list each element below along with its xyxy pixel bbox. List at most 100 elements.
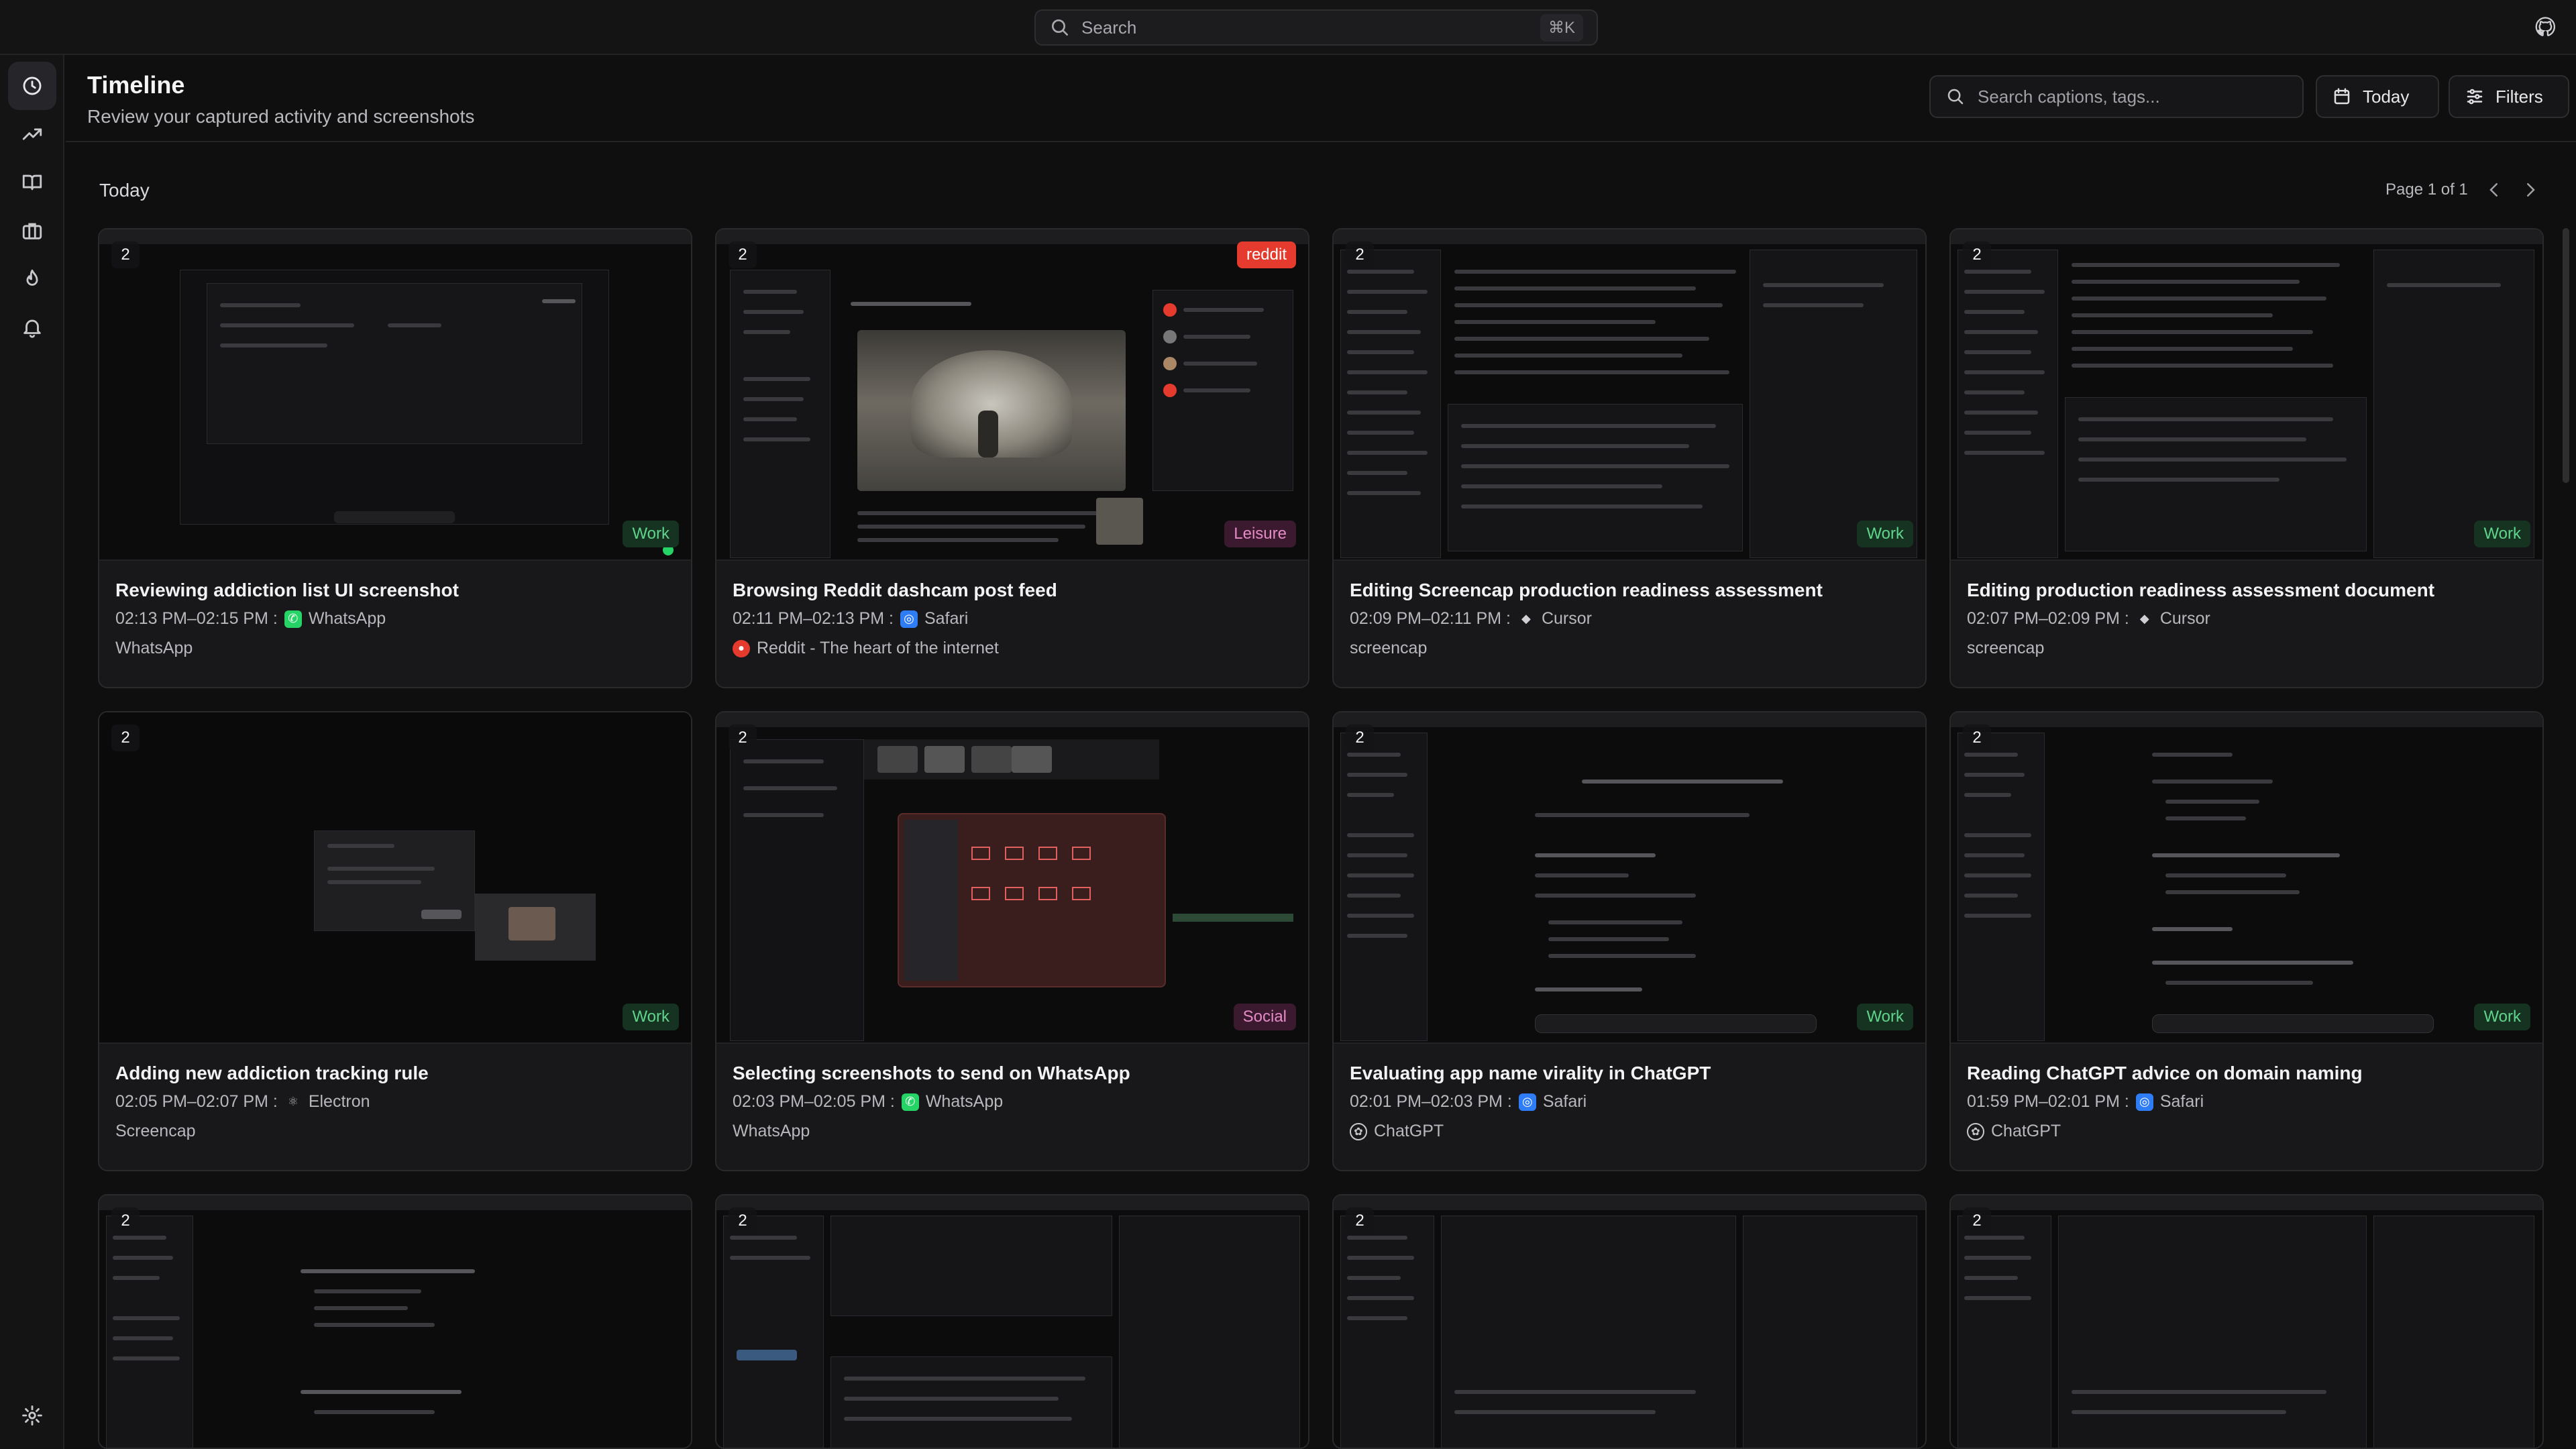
time-range: 02:11 PM–02:13 PM : [733, 609, 894, 628]
card-tag: screencap [1967, 639, 2044, 658]
screenshot-count-badge: 2 [729, 1208, 757, 1234]
activity-card[interactable]: 2 Work Editing production readiness asse… [1949, 228, 2544, 688]
category-badge: Work [623, 1004, 679, 1030]
screenshot-thumbnail[interactable] [1951, 1195, 2542, 1448]
app-name: Safari [2159, 1092, 2204, 1111]
activity-card[interactable]: 2 Work Editing Screencap production read… [1332, 228, 1927, 688]
activity-card[interactable]: 2 [1332, 1194, 1927, 1449]
activity-card[interactable]: 2 Social Selecting screenshots to send o… [715, 711, 1309, 1171]
screenshot-thumbnail[interactable] [716, 1195, 1308, 1448]
activity-card[interactable]: 2 reddit Leisure Browsing Reddit dashcam… [715, 228, 1309, 688]
app-name: Safari [924, 609, 969, 628]
cursor-app-icon: ◆ [1521, 612, 1531, 625]
card-tag: WhatsApp [115, 639, 193, 658]
screenshot-count-badge: 2 [111, 241, 140, 268]
screenshot-thumbnail[interactable] [1334, 1195, 1925, 1448]
chevron-left-icon[interactable] [2484, 180, 2504, 200]
card-meta: 02:11 PM–02:13 PM : ◎ Safari [733, 609, 968, 629]
category-badge: Work [623, 521, 679, 547]
whatsapp-icon: ✆ [284, 610, 302, 628]
timeline-scrollbar[interactable] [2563, 228, 2569, 483]
screenshot-thumbnail[interactable] [1951, 229, 2542, 561]
top-bar: Search ⌘K [0, 0, 2576, 55]
card-meta: 02:05 PM–02:07 PM : ⚛ Electron [115, 1092, 370, 1112]
category-badge: Leisure [1224, 521, 1296, 547]
filters-button-label: Filters [2496, 86, 2543, 107]
bell-icon [23, 319, 41, 338]
screenshot-count-badge: 2 [1346, 241, 1374, 268]
screenshot-thumbnail[interactable] [716, 712, 1308, 1044]
tag-label: screencap [1350, 639, 1428, 657]
card-tag: WhatsApp [733, 1122, 810, 1141]
activity-card[interactable]: 2 [1949, 1194, 2544, 1449]
screenshot-count-badge: 2 [1963, 241, 1991, 268]
screenshot-thumbnail[interactable] [1951, 712, 2542, 1044]
global-search-placeholder: Search [1081, 17, 1137, 38]
sidebar-item-timeline[interactable] [8, 62, 56, 110]
card-tag: screencap [1350, 639, 1427, 658]
screenshot-count-badge: 2 [729, 724, 757, 751]
tag-label: ChatGPT [1374, 1122, 1444, 1140]
filters-button[interactable]: Filters [2449, 75, 2569, 118]
chatgpt-icon: ✿ [1350, 1122, 1367, 1140]
screenshot-thumbnail[interactable] [99, 1195, 691, 1448]
caption-search[interactable] [1929, 75, 2304, 118]
screenshot-thumbnail[interactable] [1334, 712, 1925, 1044]
activity-card[interactable]: 2 Work Adding new addiction tracking rul… [98, 711, 692, 1171]
sidebar-item-addictions[interactable] [8, 255, 56, 303]
card-meta: 02:01 PM–02:03 PM : ◎ Safari [1350, 1092, 1587, 1112]
trending-up-icon [22, 128, 42, 140]
screenshot-count-badge: 2 [111, 724, 140, 751]
card-title: Browsing Reddit dashcam post feed [733, 580, 1057, 600]
activity-card[interactable]: 2 [98, 1194, 692, 1449]
pagination: Page 1 of 1 [2385, 180, 2540, 200]
screenshot-count-badge: 2 [1963, 1208, 1991, 1234]
safari-icon: ◎ [2135, 1093, 2153, 1111]
screenshot-thumbnail[interactable] [1334, 229, 1925, 561]
activity-card[interactable]: 2 Work Reviewing addiction list UI scree… [98, 228, 692, 688]
card-title: Selecting screenshots to send on WhatsAp… [733, 1063, 1130, 1083]
card-tag: Screencap [115, 1122, 196, 1141]
chatgpt-icon: ✿ [1967, 1122, 1984, 1140]
card-title: Reviewing addiction list UI screenshot [115, 580, 459, 600]
sidebar [0, 55, 64, 1449]
sidebar-item-trends[interactable] [8, 110, 56, 158]
screenshot-count-badge: 2 [729, 241, 757, 268]
activity-card[interactable]: 2 [715, 1194, 1309, 1449]
app-name: Safari [1542, 1092, 1587, 1111]
search-icon [1052, 19, 1068, 36]
gear-icon [22, 1405, 42, 1426]
whatsapp-icon: ✆ [901, 1093, 919, 1111]
sidebar-item-settings[interactable] [8, 1391, 56, 1440]
sidebar-item-notifications[interactable] [8, 303, 56, 352]
app-name: Cursor [2159, 609, 2210, 628]
time-range: 02:09 PM–02:11 PM : [1350, 609, 1511, 628]
category-badge: Social [1233, 1004, 1296, 1030]
card-title: Evaluating app name virality in ChatGPT [1350, 1063, 1711, 1083]
category-badge: Work [2474, 521, 2530, 547]
clock-icon [23, 76, 42, 95]
today-button-label: Today [2363, 86, 2410, 107]
caption-search-input[interactable] [1978, 86, 2288, 107]
activity-card[interactable]: 2 Work Reading ChatGPT advice on domain … [1949, 711, 2544, 1171]
github-icon[interactable] [2533, 15, 2557, 39]
screenshot-count-badge: 2 [1346, 724, 1374, 751]
card-title: Adding new addiction tracking rule [115, 1063, 429, 1083]
card-meta: 02:13 PM–02:15 PM : ✆ WhatsApp [115, 609, 386, 629]
sliders-icon [2467, 89, 2483, 105]
sidebar-item-journal[interactable] [8, 158, 56, 207]
activity-card[interactable]: 2 Work Evaluating app name virality in C… [1332, 711, 1927, 1171]
screenshot-thumbnail[interactable] [716, 229, 1308, 561]
global-search[interactable]: Search ⌘K [1034, 9, 1598, 46]
page-header: Timeline Review your captured activity a… [66, 56, 2576, 142]
time-range: 02:07 PM–02:09 PM : [1967, 609, 2129, 628]
sidebar-item-projects[interactable] [8, 207, 56, 255]
today-button[interactable]: Today [2316, 75, 2439, 118]
tag-label: ChatGPT [1991, 1122, 2061, 1140]
screenshot-thumbnail[interactable] [99, 712, 691, 1044]
screenshot-thumbnail[interactable] [99, 229, 691, 561]
chevron-right-icon[interactable] [2520, 180, 2540, 200]
card-title: Editing Screencap production readiness a… [1350, 580, 1823, 600]
app-name: Cursor [1541, 609, 1592, 628]
flame-icon [26, 269, 38, 286]
